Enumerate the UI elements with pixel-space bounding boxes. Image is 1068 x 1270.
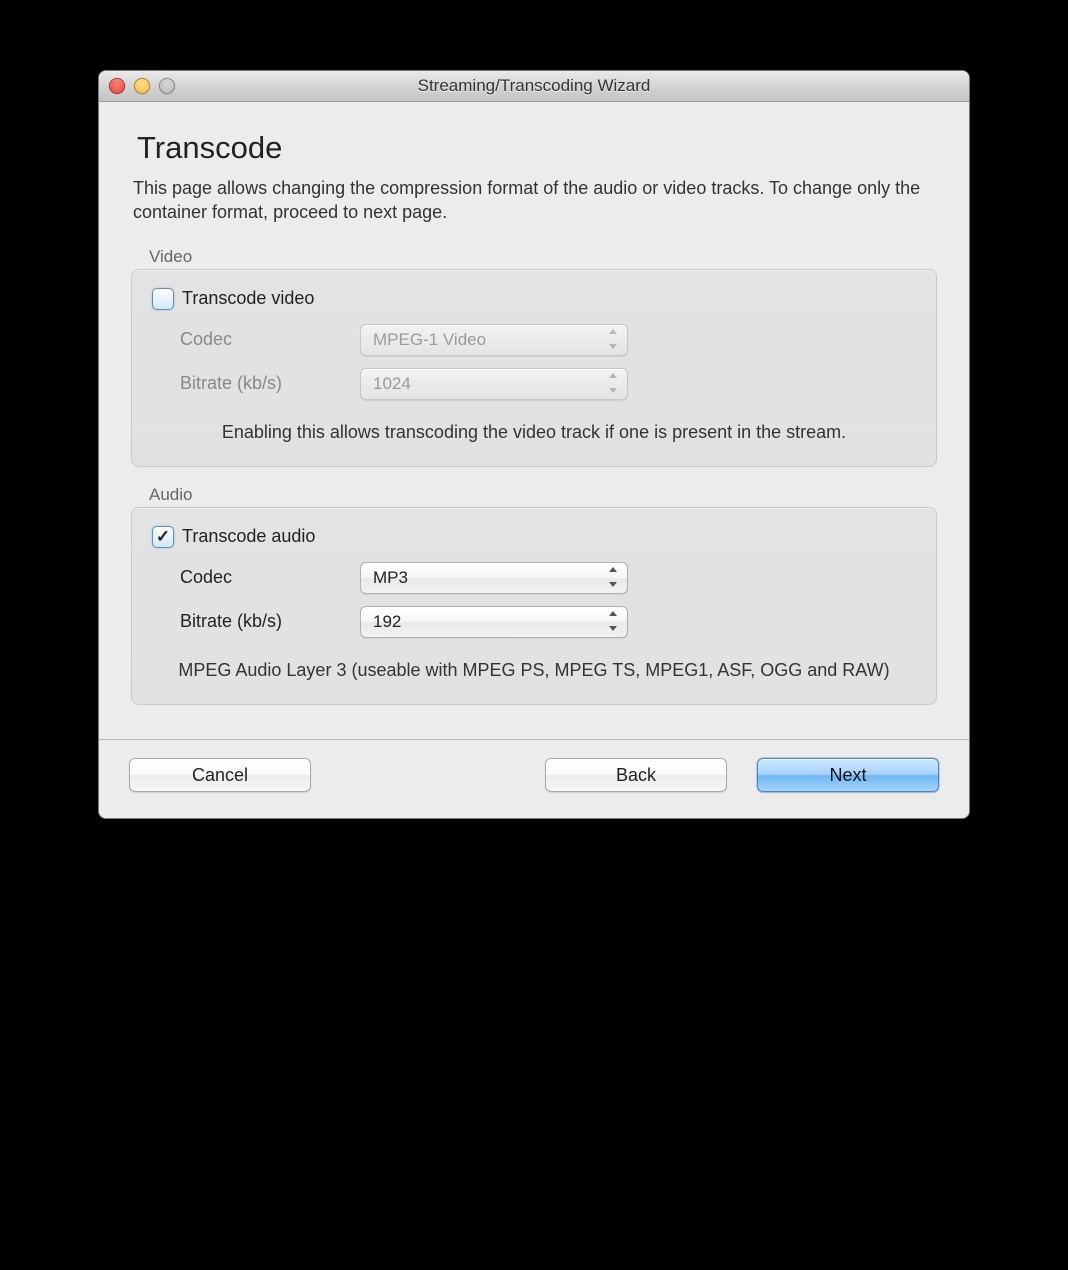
- video-bitrate-value: 1024: [373, 374, 411, 394]
- audio-group-label: Audio: [149, 485, 937, 505]
- window-title: Streaming/Transcoding Wizard: [99, 76, 969, 96]
- audio-codec-label: Codec: [180, 567, 360, 588]
- back-button[interactable]: Back: [545, 758, 727, 792]
- wizard-window: Streaming/Transcoding Wizard Transcode T…: [98, 70, 970, 819]
- video-codec-select: MPEG-1 Video: [360, 324, 628, 356]
- cancel-button[interactable]: Cancel: [129, 758, 311, 792]
- video-group-label: Video: [149, 247, 937, 267]
- content-area: Transcode This page allows changing the …: [99, 102, 969, 733]
- audio-hint: MPEG Audio Layer 3 (useable with MPEG PS…: [152, 658, 916, 682]
- audio-bitrate-value: 192: [373, 612, 401, 632]
- zoom-icon: [159, 78, 175, 94]
- video-codec-value: MPEG-1 Video: [373, 330, 486, 350]
- transcode-video-checkbox[interactable]: [152, 288, 174, 310]
- video-bitrate-select: 1024: [360, 368, 628, 400]
- chevron-updown-icon: [609, 373, 619, 393]
- audio-codec-value: MP3: [373, 568, 408, 588]
- next-button[interactable]: Next: [757, 758, 939, 792]
- footer: Cancel Back Next: [99, 740, 969, 818]
- video-codec-label: Codec: [180, 329, 360, 350]
- video-hint: Enabling this allows transcoding the vid…: [152, 420, 916, 444]
- page-title: Transcode: [137, 130, 937, 166]
- close-icon[interactable]: [109, 78, 125, 94]
- transcode-audio-checkbox[interactable]: [152, 526, 174, 548]
- video-bitrate-label: Bitrate (kb/s): [180, 373, 360, 394]
- chevron-updown-icon: [609, 567, 619, 587]
- chevron-updown-icon: [609, 611, 619, 631]
- audio-group: Transcode audio Codec MP3 Bitrate (kb/s)…: [131, 507, 937, 705]
- titlebar: Streaming/Transcoding Wizard: [99, 71, 969, 102]
- audio-bitrate-select[interactable]: 192: [360, 606, 628, 638]
- minimize-icon[interactable]: [134, 78, 150, 94]
- window-controls: [109, 78, 175, 94]
- page-description: This page allows changing the compressio…: [133, 176, 937, 225]
- audio-bitrate-label: Bitrate (kb/s): [180, 611, 360, 632]
- chevron-updown-icon: [609, 329, 619, 349]
- transcode-video-label: Transcode video: [182, 288, 314, 309]
- audio-codec-select[interactable]: MP3: [360, 562, 628, 594]
- video-group: Transcode video Codec MPEG-1 Video Bitra…: [131, 269, 937, 467]
- transcode-audio-label: Transcode audio: [182, 526, 315, 547]
